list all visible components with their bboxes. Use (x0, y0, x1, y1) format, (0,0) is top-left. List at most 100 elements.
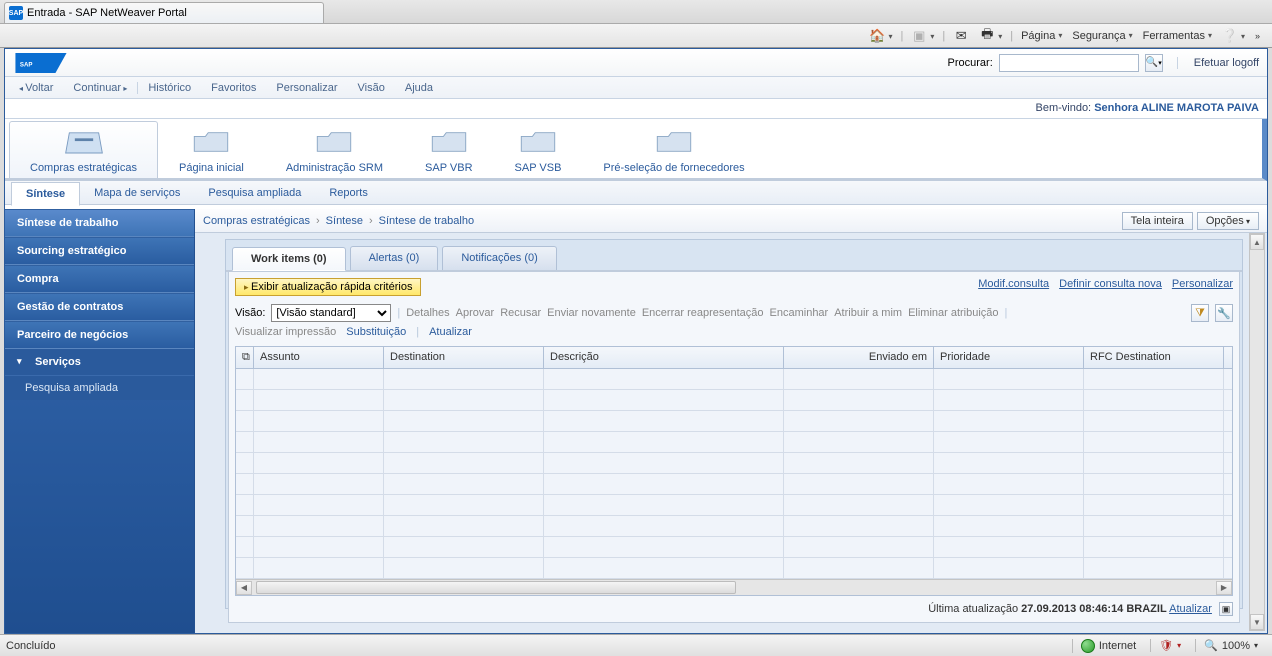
visao-select[interactable]: [Visão standard] (271, 304, 391, 322)
opcoes-button[interactable]: Opções (1197, 212, 1259, 230)
col-assunto[interactable]: Assunto (254, 347, 384, 368)
folder-icon (652, 126, 696, 158)
search-input[interactable] (999, 54, 1139, 72)
rss-icon[interactable]: ▣ (907, 26, 938, 46)
table-row[interactable] (236, 390, 1232, 411)
left-sourcing[interactable]: Sourcing estratégico (5, 237, 194, 265)
nav-historico[interactable]: Histórico (138, 82, 201, 94)
chevron-right-icon: › (316, 215, 320, 227)
action-enviar[interactable]: Enviar novamente (547, 307, 636, 319)
scroll-up-icon[interactable]: ▲ (1250, 234, 1264, 250)
action-imprimir[interactable]: Visualizar impressão (235, 326, 336, 338)
vertical-scrollbar[interactable]: ▲ ▼ (1249, 233, 1265, 631)
module-preselecao[interactable]: Pré-seleção de fornecedores (582, 121, 765, 178)
nav-ajuda[interactable]: Ajuda (395, 82, 443, 94)
table-row[interactable] (236, 495, 1232, 516)
module-compras-estrategicas[interactable]: Compras estratégicas (9, 121, 158, 178)
home-icon[interactable]: 🏠 (865, 26, 896, 46)
col-rfc-destination[interactable]: RFC Destination (1084, 347, 1224, 368)
logoff-link[interactable]: Efetuar logoff (1177, 57, 1259, 69)
col-destination[interactable]: Destination (384, 347, 544, 368)
copy-icon: ⧉ (242, 351, 250, 363)
modif-consulta-link[interactable]: Modif.consulta (978, 278, 1049, 290)
table-row[interactable] (236, 537, 1232, 558)
left-gestao[interactable]: Gestão de contratos (5, 293, 194, 321)
module-pagina-inicial[interactable]: Página inicial (158, 121, 265, 178)
tab-alertas[interactable]: Alertas (0) (350, 246, 439, 270)
nav-back[interactable]: Voltar (9, 82, 63, 94)
tela-inteira-button[interactable]: Tela inteira (1122, 212, 1193, 230)
subtabs: Síntese Mapa de serviços Pesquisa amplia… (5, 181, 1267, 205)
last-update-label: Última atualização (928, 603, 1018, 615)
print-icon[interactable]: 🖶 (975, 26, 1006, 46)
horizontal-scrollbar[interactable]: ◀ ▶ (236, 579, 1232, 595)
scroll-thumb[interactable] (256, 581, 736, 594)
module-sap-vsb[interactable]: SAP VSB (494, 121, 583, 178)
module-admin-srm[interactable]: Administração SRM (265, 121, 404, 178)
zoom-control[interactable]: 🔍 100% (1195, 639, 1266, 652)
nav-personalizar[interactable]: Personalizar (266, 82, 347, 94)
table-row[interactable] (236, 516, 1232, 537)
table-row[interactable] (236, 432, 1232, 453)
action-eliminar[interactable]: Eliminar atribuição (908, 307, 998, 319)
action-encerrar[interactable]: Encerrar reapresentação (642, 307, 764, 319)
protected-mode-icon[interactable]: 🛡▾ (1150, 639, 1189, 652)
nav-visao[interactable]: Visão (348, 82, 395, 94)
grid-body (236, 369, 1232, 579)
browser-tab[interactable]: SAP Entrada - SAP NetWeaver Portal (4, 2, 324, 23)
left-parceiro[interactable]: Parceiro de negócios (5, 321, 194, 349)
col-enviado-em[interactable]: Enviado em (784, 347, 934, 368)
personalizar-link[interactable]: Personalizar (1172, 278, 1233, 290)
tab-work-items[interactable]: Work items (0) (232, 247, 346, 271)
bc-b[interactable]: Síntese (326, 215, 363, 227)
definir-consulta-link[interactable]: Definir consulta nova (1059, 278, 1162, 290)
table-row[interactable] (236, 369, 1232, 390)
search-button[interactable]: 🔍▾ (1145, 54, 1163, 72)
table-row[interactable] (236, 558, 1232, 579)
subtab-mapa[interactable]: Mapa de serviços (80, 182, 194, 204)
subtab-pesquisa[interactable]: Pesquisa ampliada (194, 182, 315, 204)
table-row[interactable] (236, 474, 1232, 495)
zone-internet[interactable]: Internet (1072, 639, 1144, 653)
tab-notificacoes[interactable]: Notificações (0) (442, 246, 556, 270)
nav-forward[interactable]: Continuar (63, 82, 138, 94)
left-sintese-trabalho[interactable]: Síntese de trabalho (5, 209, 194, 237)
nav-favoritos[interactable]: Favoritos (201, 82, 266, 94)
settings-icon[interactable]: 🔧 (1215, 304, 1233, 322)
left-servicos[interactable]: Serviços (5, 349, 194, 376)
col-selector[interactable]: ⧉ (236, 347, 254, 368)
module-sap-vbr[interactable]: SAP VBR (404, 121, 494, 178)
menu-seguranca[interactable]: Segurança (1068, 28, 1136, 44)
help-icon[interactable]: ❔ (1218, 26, 1249, 46)
action-substituicao[interactable]: Substituição (346, 326, 406, 338)
action-aprovar[interactable]: Aprovar (456, 307, 495, 319)
exibir-criterios-button[interactable]: Exibir atualização rápida critérios (235, 278, 421, 296)
left-pesquisa-ampliada[interactable]: Pesquisa ampliada (5, 376, 194, 400)
scroll-right-icon[interactable]: ▶ (1216, 581, 1232, 595)
table-row[interactable] (236, 453, 1232, 474)
chevron-right-icon: › (369, 215, 373, 227)
sap-app: SAP Procurar: 🔍▾ Efetuar logoff Voltar C… (4, 48, 1268, 634)
action-atualizar[interactable]: Atualizar (429, 326, 472, 338)
work-panel: Work items (0) Alertas (0) Notificações … (225, 239, 1243, 609)
scroll-down-icon[interactable]: ▼ (1250, 614, 1264, 630)
col-prioridade[interactable]: Prioridade (934, 347, 1084, 368)
expand-icon[interactable]: ▣ (1219, 602, 1233, 616)
refresh-link[interactable]: Atualizar (1169, 603, 1212, 615)
filter-icon[interactable]: ⧩ (1191, 304, 1209, 322)
subtab-reports[interactable]: Reports (315, 182, 382, 204)
action-encaminhar[interactable]: Encaminhar (770, 307, 829, 319)
menu-pagina[interactable]: Página (1017, 28, 1066, 44)
scroll-left-icon[interactable]: ◀ (236, 581, 252, 595)
bc-a[interactable]: Compras estratégicas (203, 215, 310, 227)
mail-icon[interactable]: ✉ (949, 26, 973, 46)
action-detalhes[interactable]: Detalhes (406, 307, 449, 319)
chevrons-icon[interactable]: » (1251, 29, 1264, 43)
menu-ferramentas[interactable]: Ferramentas (1139, 28, 1216, 44)
action-recusar[interactable]: Recusar (500, 307, 541, 319)
subtab-sintese[interactable]: Síntese (11, 182, 80, 206)
action-atribuir[interactable]: Atribuir a mim (834, 307, 902, 319)
table-row[interactable] (236, 411, 1232, 432)
col-descrição[interactable]: Descrição (544, 347, 784, 368)
left-compra[interactable]: Compra (5, 265, 194, 293)
